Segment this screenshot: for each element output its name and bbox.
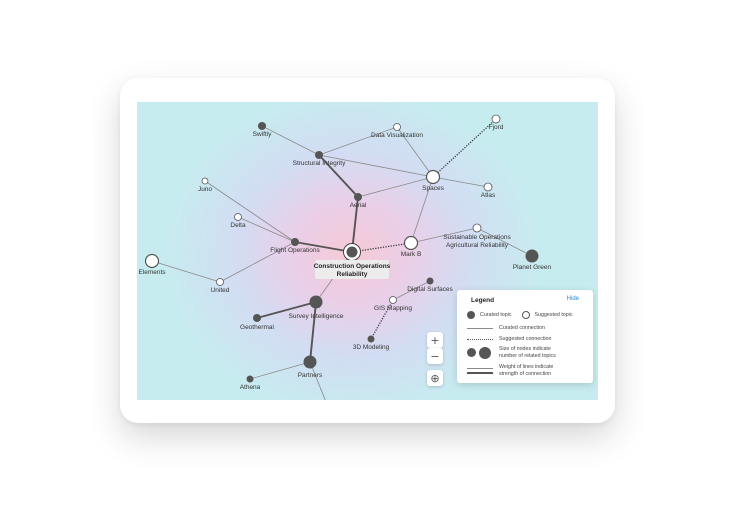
node-sustainable[interactable] bbox=[472, 223, 482, 233]
plus-icon: + bbox=[430, 333, 440, 347]
legend-panel: Legend Hide Curated topic Suggested topi… bbox=[457, 290, 593, 383]
suggested-line-icon bbox=[467, 338, 493, 340]
node-markb[interactable] bbox=[403, 235, 419, 251]
edge-fjord-spaces bbox=[432, 118, 497, 178]
node-label-spaces: Spaces bbox=[422, 185, 444, 192]
node-label-elements: Elements bbox=[138, 269, 166, 276]
node-label-markb: Mark B bbox=[401, 251, 422, 258]
node-label-united: United bbox=[211, 287, 230, 294]
legend-size-text: Size of nodes indicate number of related… bbox=[499, 346, 556, 359]
node-geothermal[interactable] bbox=[253, 314, 261, 322]
node-label-dataviz: Data Visualization bbox=[371, 132, 423, 139]
node-modeling3d[interactable] bbox=[367, 335, 375, 343]
node-label-juno: Juno bbox=[198, 186, 212, 193]
legend-suggested-topic: Suggested topic bbox=[534, 312, 573, 318]
node-label-planetgreen: Planet Green bbox=[513, 264, 552, 271]
node-label-surveyintel: Survey Intelligence bbox=[289, 313, 344, 320]
node-atlas[interactable] bbox=[483, 182, 493, 192]
node-aerial[interactable] bbox=[354, 193, 362, 201]
node-label-modeling3d: 3D Modeling bbox=[353, 344, 390, 351]
edge-juno-flightops bbox=[204, 180, 296, 243]
node-size-icon bbox=[467, 346, 493, 359]
legend-weight-text: Weight of lines indicate strength of con… bbox=[499, 364, 554, 377]
node-partners[interactable] bbox=[303, 355, 317, 369]
edge-delta-flightops bbox=[237, 216, 296, 243]
node-label-partners: Partners bbox=[298, 372, 323, 379]
curated-topic-dot-icon bbox=[467, 311, 475, 319]
node-fjord[interactable] bbox=[491, 114, 501, 124]
node-label-delta: Delta bbox=[230, 222, 246, 229]
node-label-digitalsurfaces: Digital Surfaces bbox=[407, 286, 453, 293]
legend-title: Legend bbox=[471, 297, 495, 304]
node-surveyintel[interactable] bbox=[309, 295, 323, 309]
node-label-structural: Structural Integrity bbox=[293, 160, 346, 167]
node-structural[interactable] bbox=[315, 151, 323, 159]
node-planetgreen[interactable] bbox=[525, 249, 539, 263]
node-delta[interactable] bbox=[234, 213, 242, 221]
node-flightops[interactable] bbox=[291, 238, 299, 246]
node-dataviz[interactable] bbox=[393, 123, 401, 131]
node-label-swiftly: Swiftly bbox=[253, 131, 273, 138]
node-label-atlas: Atlas bbox=[481, 192, 496, 199]
node-label-gismapping: GIS Mapping bbox=[374, 305, 412, 312]
node-juno[interactable] bbox=[201, 177, 209, 185]
node-label-aerial: Aerial bbox=[350, 202, 367, 209]
legend-row-curated-connection: Curated connection bbox=[467, 325, 545, 331]
legend-curated-connection: Curated connection bbox=[499, 325, 545, 331]
node-elements[interactable] bbox=[144, 253, 160, 269]
recenter-button[interactable]: ⊕ bbox=[427, 370, 443, 386]
node-digitalsurfaces[interactable] bbox=[426, 277, 434, 285]
legend-hide-link[interactable]: Hide bbox=[567, 296, 579, 302]
node-spaces[interactable] bbox=[425, 169, 441, 185]
node-gismapping[interactable] bbox=[389, 296, 397, 304]
node-swiftly[interactable] bbox=[258, 122, 266, 130]
legend-row-topics: Curated topic Suggested topic bbox=[467, 311, 573, 319]
node-label-fjord: Fjord bbox=[489, 124, 504, 131]
center-node-label-line1: Construction Operations bbox=[314, 263, 391, 270]
node-label-flightops: Flight Operations bbox=[270, 247, 320, 254]
node-label-geothermal: Geothermal bbox=[240, 324, 275, 331]
legend-curated-topic: Curated topic bbox=[480, 312, 512, 318]
legend-row-size: Size of nodes indicate number of related… bbox=[467, 346, 556, 359]
legend-row-weight: Weight of lines indicate strength of con… bbox=[467, 364, 553, 377]
edge-surveyintel-partners bbox=[309, 301, 317, 363]
node-label-athena: Athena bbox=[240, 384, 261, 391]
node-athena[interactable] bbox=[246, 375, 254, 383]
legend-row-suggested-connection: Suggested connection bbox=[467, 336, 551, 342]
zoom-out-button[interactable]: − bbox=[427, 348, 443, 364]
node-label-sustainable: Sustainable Operations bbox=[443, 234, 511, 241]
line-weight-icon bbox=[467, 367, 493, 374]
suggested-topic-dot-icon bbox=[521, 311, 530, 319]
center-node[interactable] bbox=[343, 243, 361, 261]
curated-line-icon bbox=[467, 327, 493, 329]
crosshair-icon: ⊕ bbox=[430, 371, 440, 385]
minus-icon: − bbox=[430, 349, 440, 363]
legend-suggested-connection: Suggested connection bbox=[499, 336, 552, 342]
zoom-in-button[interactable]: + bbox=[427, 332, 443, 348]
center-node-label-line2: Reliability bbox=[337, 271, 368, 278]
node-united[interactable] bbox=[216, 278, 224, 286]
node-label-agricultural: Agricultural Reliability bbox=[446, 242, 509, 249]
